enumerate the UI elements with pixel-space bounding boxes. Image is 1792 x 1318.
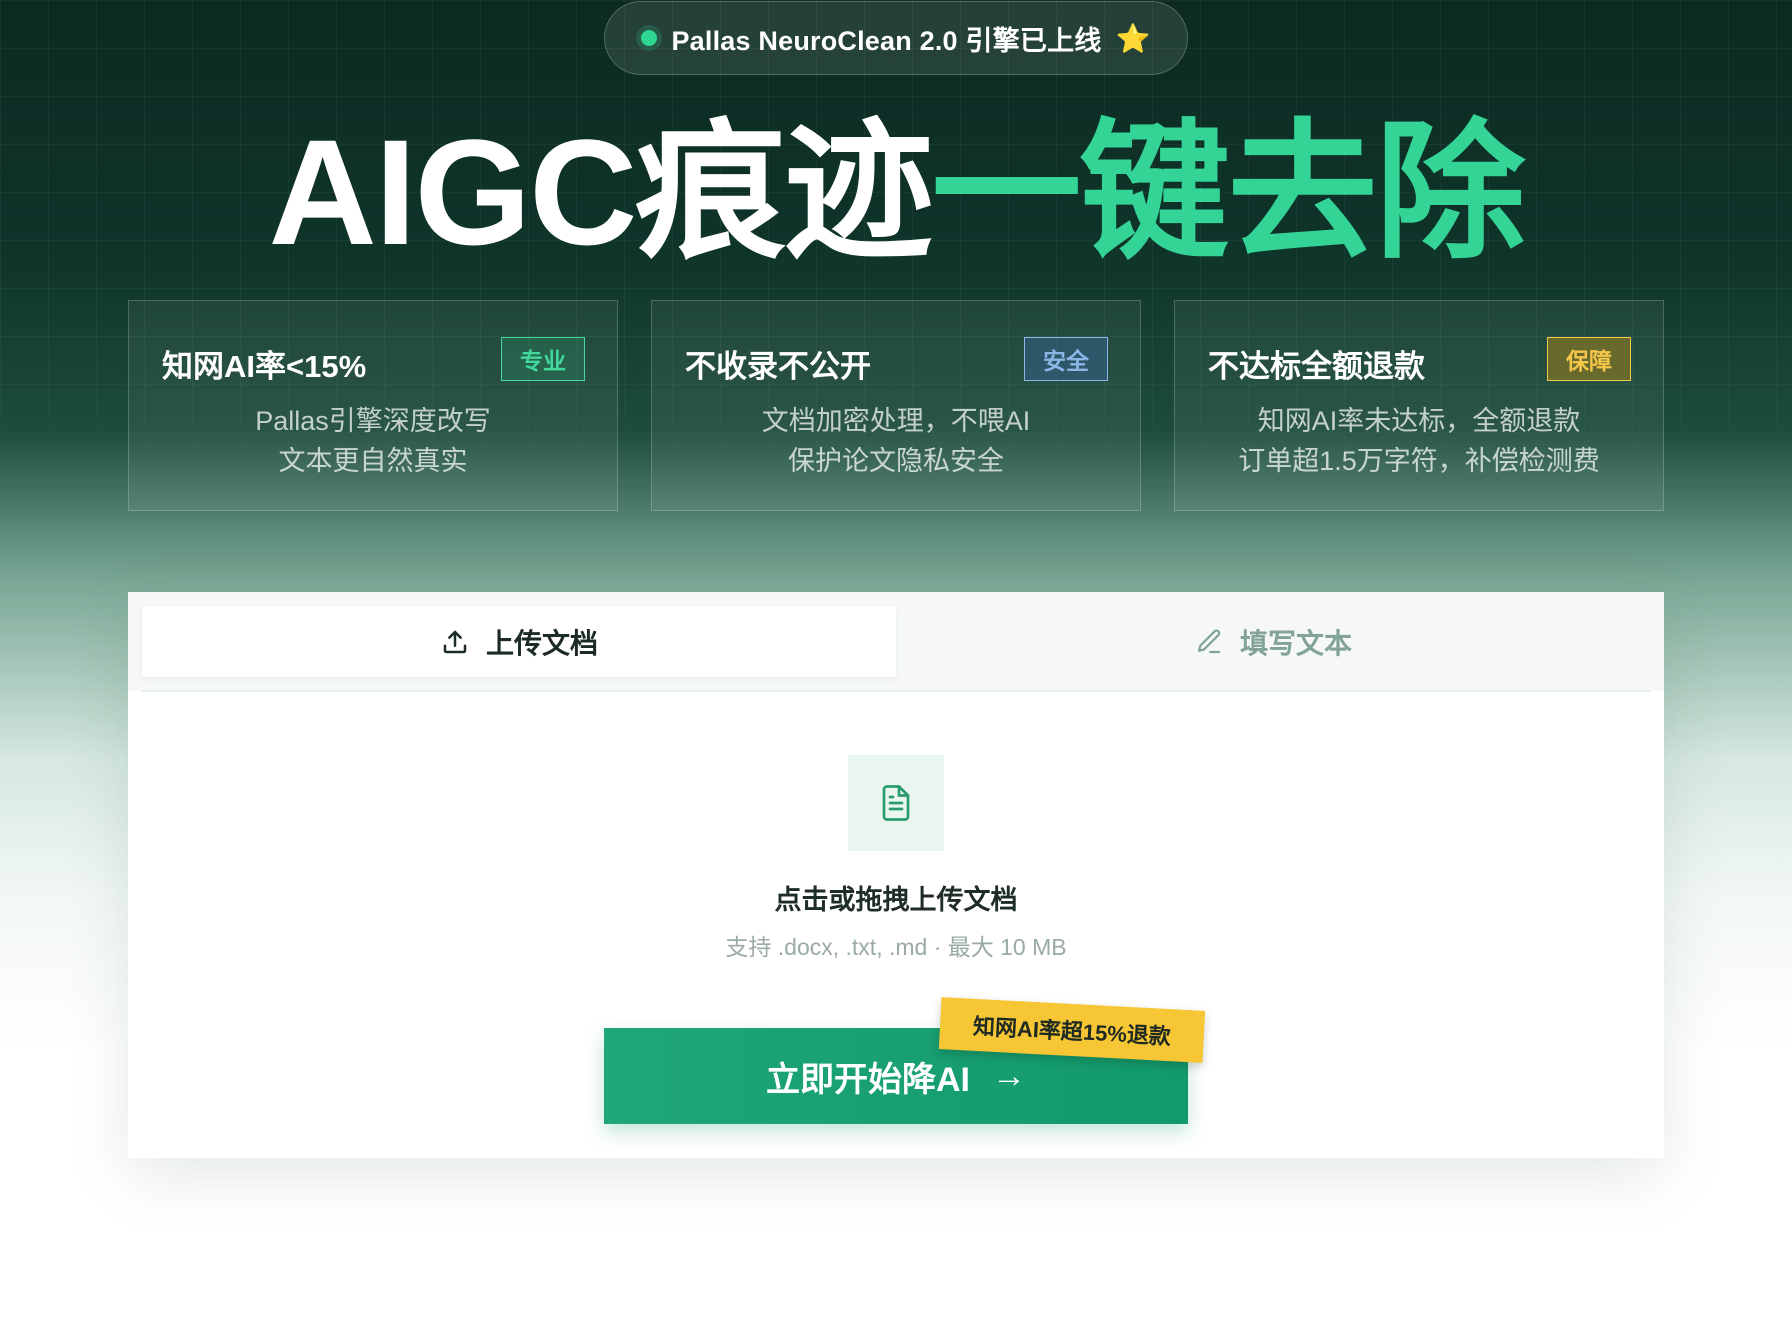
button-label: 立即开始降AI [766,1060,970,1099]
upload-format-hint: 支持 .docx, .txt, .md · 最大 10 MB [725,934,1067,960]
tab-write-text[interactable]: 填写文本 [896,606,1650,677]
title-part-white: AIGC痕迹 [268,108,933,276]
tab-label: 填写文本 [1239,627,1352,659]
arrow-right-icon: → [992,1056,1026,1095]
badge-text: Pallas NeuroClean 2.0 引擎已上线 [671,25,1102,56]
feature-desc-line: 文档加密处理，不喂AI [761,406,1031,436]
page-title: AIGC痕迹一键去除 [0,112,1792,272]
feature-card-guarantee: 不达标全额退款 保障 知网AI率未达标，全额退款 订单超1.5万字符，补偿检测费 [1174,300,1664,511]
feature-title: 不达标全额退款 [1208,349,1425,384]
feature-title: 不收录不公开 [685,349,871,384]
feature-desc-line: 订单超1.5万字符，补偿检测费 [1238,446,1600,476]
feature-card-security: 不收录不公开 安全 文档加密处理，不喂AI 保护论文隐私安全 [651,300,1141,511]
file-text-icon[interactable] [848,755,944,851]
feature-tag: 安全 [1024,337,1108,381]
feature-desc: 文档加密处理，不喂AI 保护论文隐私安全 [652,401,1140,481]
feature-tag: 专业 [501,337,585,381]
feature-desc-line: 文本更自然真实 [278,446,468,476]
upload-panel: 上传文档 填写文本 点击或拖拽上传文档 支持 .docx, .txt, .md … [128,592,1664,1158]
feature-card-professional: 知网AI率<15% 专业 Pallas引擎深度改写 文本更自然真实 [128,300,618,511]
title-part-green: 一键去除 [931,108,1526,276]
feature-desc-line: 知网AI率未达标，全额退款 [1257,406,1581,436]
upload-dropzone-title[interactable]: 点击或拖拽上传文档 [128,878,1664,917]
pencil-icon [1197,628,1221,653]
feature-title: 知网AI率<15% [162,349,367,384]
tab-upload-document[interactable]: 上传文档 [142,606,896,677]
feature-desc: 知网AI率未达标，全额退款 订单超1.5万字符，补偿检测费 [1175,401,1663,481]
feature-tag: 保障 [1547,337,1631,381]
feature-desc-line: 保护论文隐私安全 [788,446,1004,476]
star-icon: ⭐ [1115,22,1151,54]
announcement-badge[interactable]: Pallas NeuroClean 2.0 引擎已上线 ⭐ [604,1,1188,75]
tabs-divider [142,690,1650,692]
feature-desc: Pallas引擎深度改写 文本更自然真实 [129,401,617,481]
status-dot-icon [641,30,658,46]
upload-icon [443,630,467,653]
tab-label: 上传文档 [485,627,598,659]
input-mode-tabs: 上传文档 填写文本 [128,592,1664,692]
feature-desc-line: Pallas引擎深度改写 [255,406,491,436]
